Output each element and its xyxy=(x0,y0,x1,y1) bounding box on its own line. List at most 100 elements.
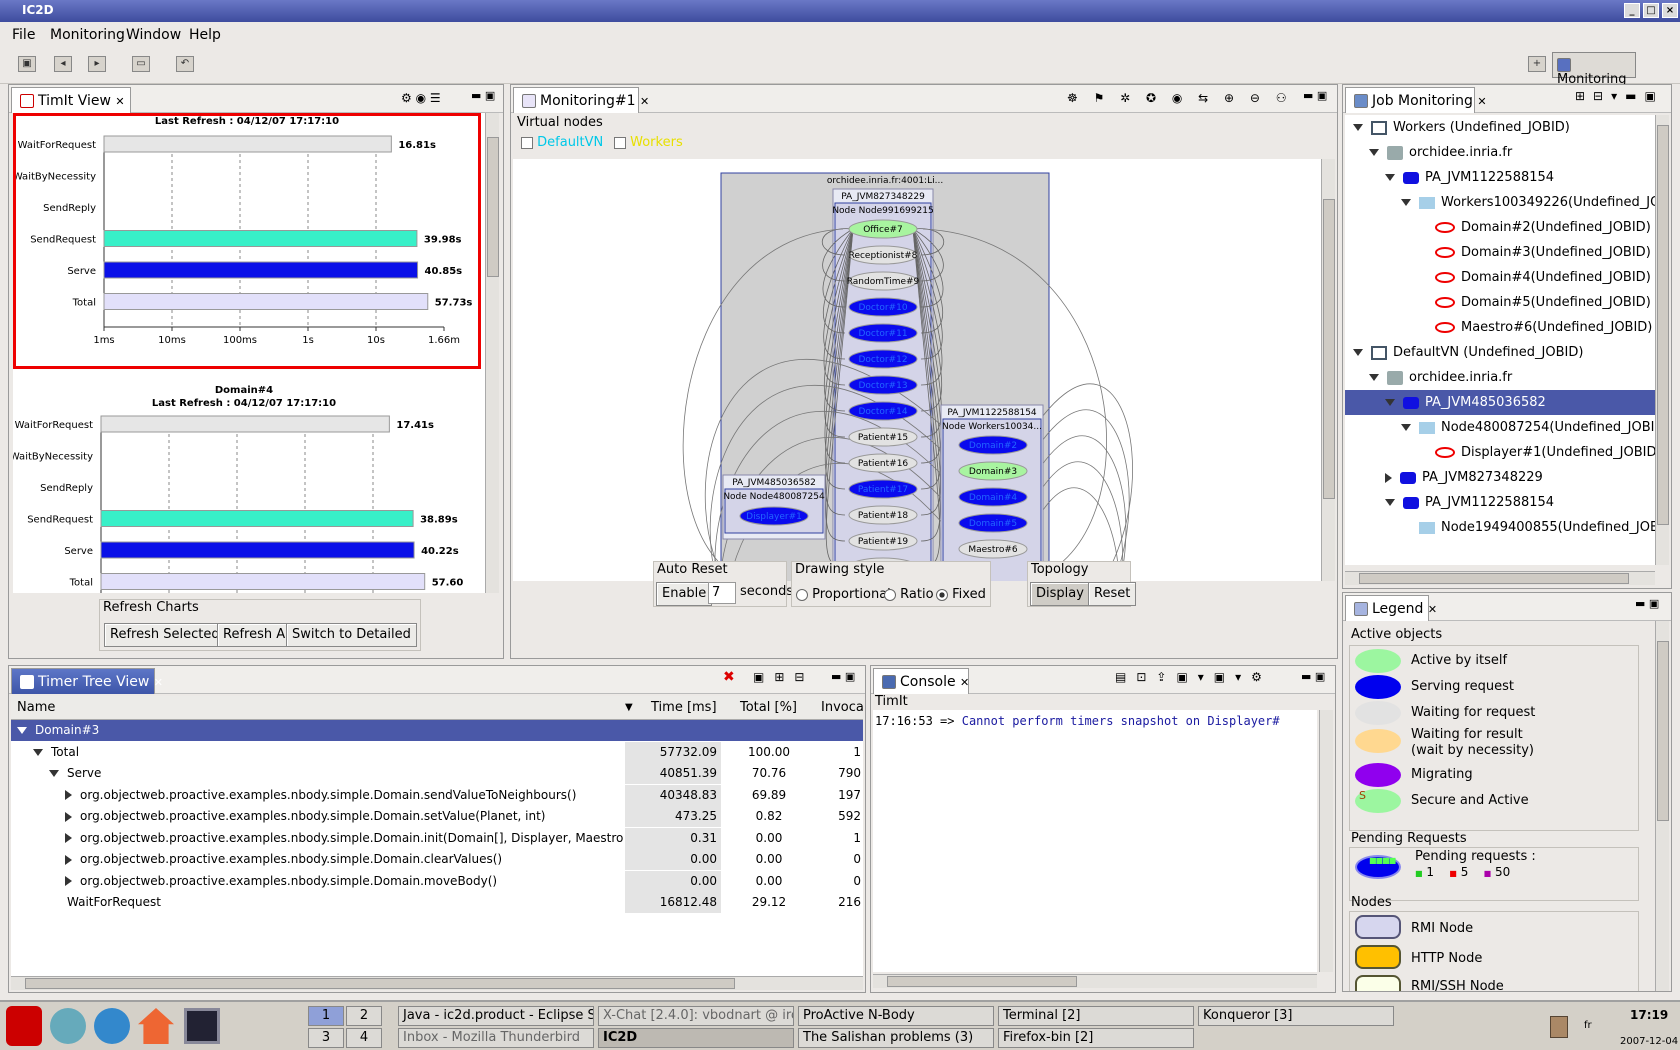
tab-timit-view[interactable]: TimIt View ✕ xyxy=(11,87,131,113)
job-tree-item[interactable]: orchidee.inria.fr xyxy=(1345,140,1655,165)
menu-monitoring[interactable]: Monitoring xyxy=(50,27,125,43)
job-tree-item[interactable]: PA_JVM485036582 xyxy=(1345,390,1655,415)
col-name[interactable]: Name xyxy=(17,700,55,715)
desktop-3[interactable]: 3 xyxy=(308,1028,344,1048)
switch-to-detailed-button[interactable]: Switch to Detailed xyxy=(286,623,417,647)
timer-toolbar-icons[interactable]: ▣⊞⊟ xyxy=(753,670,814,684)
job-tree-item[interactable]: Node480087254(Undefined_JOBID) xyxy=(1345,415,1655,440)
task-konqueror[interactable]: Konqueror [3] xyxy=(1198,1006,1394,1026)
topology-canvas[interactable]: orchidee.inria.fr:4001:Li... PA_JVM827348… xyxy=(513,159,1321,581)
maximize-button[interactable]: □ xyxy=(1643,3,1659,18)
expand-chevron-icon[interactable] xyxy=(65,833,72,843)
menu-file[interactable]: File xyxy=(12,27,35,43)
expand-chevron-icon[interactable] xyxy=(1369,149,1379,156)
tab-monitoring[interactable]: Monitoring#1 ✕ xyxy=(513,87,649,113)
view-minmax-icon[interactable]: ▬ ▣ xyxy=(471,89,495,102)
table-row[interactable]: Domain#3 xyxy=(11,720,863,741)
console-hscroll[interactable] xyxy=(873,974,1317,988)
reset-button[interactable]: Reset xyxy=(1088,582,1137,606)
minimize-button[interactable]: _ xyxy=(1624,3,1640,18)
close-tab-icon[interactable]: ✕ xyxy=(960,676,969,689)
job-tree-item[interactable]: Workers (Undefined_JOBID) xyxy=(1345,115,1655,140)
view-minmax-icon[interactable]: ▬ ▣ xyxy=(831,670,855,683)
task-salishan[interactable]: The Salishan problems (3) xyxy=(798,1028,994,1048)
forward-icon[interactable]: ▸ xyxy=(88,56,106,72)
tab-job-monitoring[interactable]: Job Monitoring ✕ xyxy=(1345,87,1487,113)
expand-chevron-icon[interactable] xyxy=(65,876,72,886)
expand-chevron-icon[interactable] xyxy=(1385,472,1392,483)
keyboard-layout[interactable]: fr xyxy=(1584,1020,1592,1031)
back-icon[interactable]: ◂ xyxy=(54,56,72,72)
display-button[interactable]: Display xyxy=(1030,582,1090,606)
table-row[interactable]: org.objectweb.proactive.examples.nbody.s… xyxy=(11,849,863,870)
expand-chevron-icon[interactable] xyxy=(1385,174,1395,181)
timit-chart-2-frame[interactable]: Domain#4 Last Refresh : 04/12/07 17:17:1… xyxy=(13,373,481,593)
expand-chevron-icon[interactable] xyxy=(1353,349,1363,356)
job-tree-item[interactable]: DefaultVN (Undefined_JOBID) xyxy=(1345,340,1655,365)
close-tab-icon[interactable]: ✕ xyxy=(640,95,649,108)
job-tree-item[interactable]: PA_JVM1122588154 xyxy=(1345,490,1655,515)
open-perspective-icon[interactable]: + xyxy=(1528,56,1546,72)
expand-chevron-icon[interactable] xyxy=(1401,199,1411,206)
vn-workers-checkbox[interactable]: Workers xyxy=(614,135,683,150)
expand-chevron-icon[interactable] xyxy=(49,770,59,777)
close-tab-icon[interactable]: ✕ xyxy=(1477,95,1486,108)
clipboard-icon[interactable] xyxy=(1550,1016,1568,1038)
view-minmax-icon[interactable]: ▬ ▣ xyxy=(1635,597,1659,610)
table-row[interactable]: Total 57732.09 100.00 1 xyxy=(11,741,863,763)
save-icon[interactable]: ▣ xyxy=(18,56,36,72)
task-xchat[interactable]: X-Chat [2.4.0]: vbodnart @ irc xyxy=(598,1006,794,1026)
job-tree-vscroll[interactable] xyxy=(1655,115,1669,565)
desktop-2[interactable]: 2 xyxy=(346,1006,382,1026)
task-terminal[interactable]: Terminal [2] xyxy=(998,1006,1194,1026)
job-tree-item[interactable]: Node1949400855(Undefined_JOBID xyxy=(1345,515,1655,540)
timit-chart-selected[interactable]: Last Refresh : 04/12/07 17:17:10 WaitFor… xyxy=(13,113,481,369)
console-output[interactable]: 17:16:53 => Cannot perform timers snapsh… xyxy=(873,710,1317,972)
auto-reset-spinner[interactable]: 7 xyxy=(708,582,736,604)
console-toolbar-icons[interactable]: ▤⊡⇪▣▾▣▾⚙ xyxy=(1115,670,1272,684)
clear-icon[interactable]: ✖ xyxy=(723,669,735,685)
expand-chevron-icon[interactable] xyxy=(1369,374,1379,381)
perspective-monitoring-button[interactable]: Monitoring xyxy=(1552,52,1636,87)
sort-chevron-icon[interactable]: ▼ xyxy=(625,702,633,713)
job-tree-item[interactable]: Domain#3(Undefined_JOBID) xyxy=(1345,240,1655,265)
table-row[interactable]: Serve 40851.39 70.76 790 xyxy=(11,763,863,784)
thunderbird-icon[interactable] xyxy=(94,1008,130,1044)
vn-defaultvn-checkbox[interactable]: DefaultVN xyxy=(521,135,603,150)
radio-fixed[interactable]: Fixed xyxy=(936,587,986,602)
job-tree-hscroll[interactable] xyxy=(1345,571,1655,585)
expand-chevron-icon[interactable] xyxy=(1385,399,1395,406)
topology-scrollbar[interactable] xyxy=(1321,159,1335,581)
view-minmax-icon[interactable]: ▬ ▣ xyxy=(1303,89,1327,102)
table-row[interactable]: WaitForRequest 16812.48 29.12 216 xyxy=(11,892,863,913)
monitoring-toolbar-icons[interactable]: ☸ ⚑ ✲ ✪ ◉ ⇆ ⊕ ⊖ ⚇ xyxy=(1067,91,1293,105)
expand-chevron-icon[interactable] xyxy=(1385,499,1395,506)
job-tree-item[interactable]: Workers100349226(Undefined_JOB xyxy=(1345,190,1655,215)
open-folder-icon[interactable]: ▭ xyxy=(132,56,150,72)
expand-chevron-icon[interactable] xyxy=(65,790,72,800)
timit-scrollbar[interactable] xyxy=(485,113,499,593)
globe-icon[interactable] xyxy=(50,1008,86,1044)
console-vscroll[interactable] xyxy=(1319,710,1333,972)
job-toolbar-icons[interactable]: ⊞⊟▾▬▣ xyxy=(1575,89,1664,103)
task-nbody[interactable]: ProActive N-Body xyxy=(798,1006,994,1026)
expand-chevron-icon[interactable] xyxy=(33,748,43,756)
expand-chevron-icon[interactable] xyxy=(17,727,27,734)
desktop-4[interactable]: 4 xyxy=(346,1028,382,1048)
home-icon[interactable] xyxy=(138,1008,174,1044)
expand-chevron-icon[interactable] xyxy=(65,854,72,865)
job-tree-item[interactable]: PA_JVM827348229 xyxy=(1345,465,1655,490)
enable-button[interactable]: Enable xyxy=(656,582,713,606)
legend-scrollbar[interactable] xyxy=(1655,621,1669,991)
close-tab-icon[interactable]: ✕ xyxy=(154,676,163,689)
close-button[interactable]: × xyxy=(1662,3,1678,18)
col-invocations[interactable]: Invocat xyxy=(821,700,863,715)
table-row[interactable]: org.objectweb.proactive.examples.nbody.s… xyxy=(11,784,863,806)
undo-icon[interactable]: ↶ xyxy=(176,56,194,72)
timer-hscroll[interactable] xyxy=(11,976,863,990)
task-eclipse[interactable]: Java - ic2d.product - Eclipse S xyxy=(398,1006,594,1026)
tab-timer-tree[interactable]: Timer Tree View ✕ xyxy=(11,668,163,694)
task-thunderbird[interactable]: Inbox - Mozilla Thunderbird xyxy=(398,1028,594,1048)
col-total[interactable]: Total [%] xyxy=(740,700,797,715)
radio-proportional[interactable]: Proportional xyxy=(796,587,891,602)
